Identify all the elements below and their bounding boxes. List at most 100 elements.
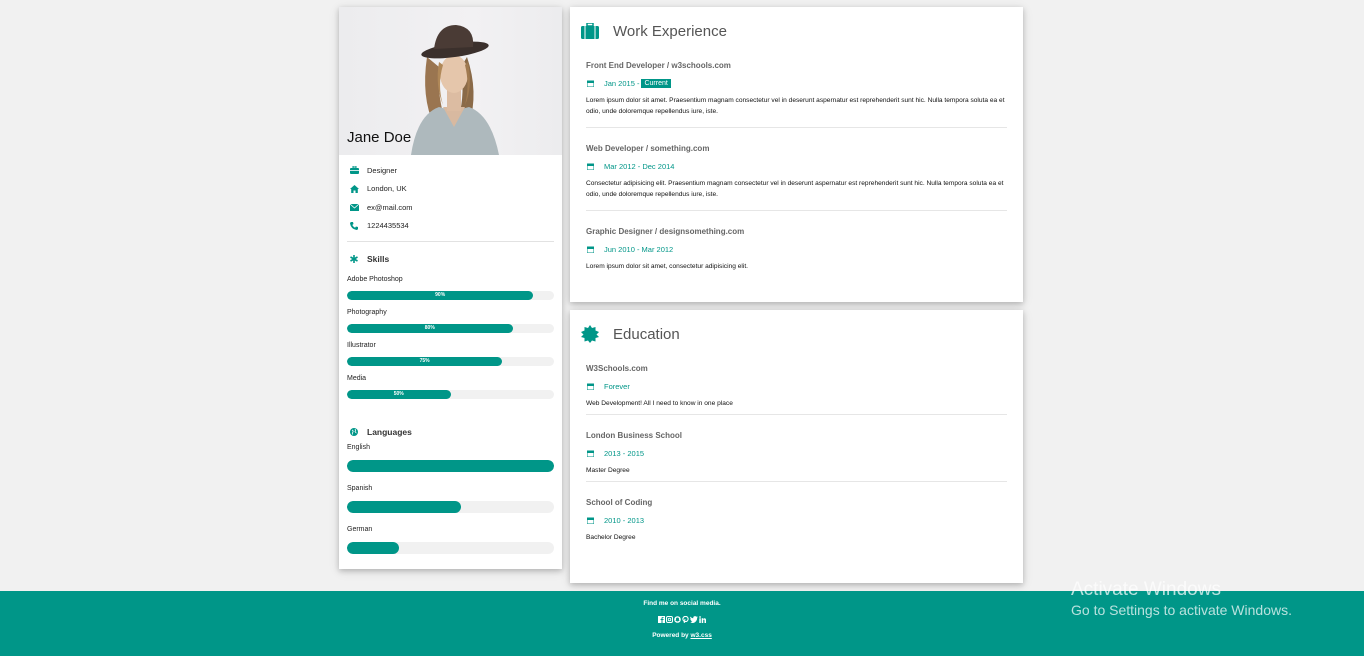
entry-date-text: 2013 - 2015 <box>604 448 645 458</box>
languages-title: Languages <box>367 426 412 437</box>
entry-title: Front End Developer / w3schools.com <box>586 61 731 70</box>
entry-title: Graphic Designer / designsomething.com <box>586 227 745 236</box>
skill-label: Illustrator <box>347 342 376 349</box>
language-label: Spanish <box>347 485 373 492</box>
divider <box>586 210 1007 211</box>
profile-email-text[interactable]: ex@mail.com <box>367 203 413 212</box>
w3css-link[interactable]: w3.css <box>690 632 711 639</box>
entry-title: School of Coding <box>586 498 653 507</box>
education-title: Education <box>613 325 680 343</box>
education-entry: W3Schools.com Forever Web Development! A… <box>586 364 1007 409</box>
pinterest-icon[interactable] <box>682 616 689 625</box>
skill-bar: 90% <box>347 291 554 300</box>
divider <box>347 241 554 242</box>
powered-by: Powered by w3.css <box>0 632 1364 639</box>
work-entry: Graphic Designer / designsomething.com J… <box>586 227 1007 272</box>
suitcase-icon <box>580 23 600 39</box>
languages-list: English Spanish German <box>347 444 554 554</box>
entry-description: Lorem ipsum dolor sit amet. Praesentium … <box>586 97 1005 115</box>
envelope-icon <box>349 203 359 211</box>
entry-description: Master Degree <box>586 467 630 474</box>
asterisk-icon <box>349 254 359 263</box>
globe-icon <box>349 427 359 436</box>
profile-job-text: Designer <box>367 165 398 175</box>
entry-date: Mar 2012 - Dec 2014 <box>586 161 1007 171</box>
entry-date-text: Jan 2015 - <box>604 78 640 88</box>
entry-title: W3Schools.com <box>586 364 648 373</box>
skills-heading: Skills <box>347 250 554 267</box>
entry-title: London Business School <box>586 431 683 440</box>
skill-bar: 75% <box>347 357 554 366</box>
education-entry: London Business School 2013 - 2015 Maste… <box>586 431 1007 476</box>
entry-description: Consectetur adipisicing elit. Praesentiu… <box>586 180 1004 198</box>
briefcase-icon <box>349 166 359 175</box>
profile-email: ex@mail.com <box>347 198 554 217</box>
language-bar-fill <box>347 542 399 554</box>
profile-name: Jane Doe <box>347 129 412 146</box>
watermark-title: Activate Windows <box>1071 579 1221 600</box>
entry-date-text: Jun 2010 - Mar 2012 <box>604 244 674 254</box>
education-entry: School of Coding 2010 - 2013 Bachelor De… <box>586 498 1007 543</box>
watermark-subtitle: Go to Settings to activate Windows. <box>1071 602 1292 618</box>
work-entry: Web Developer / something.com Mar 2012 -… <box>586 144 1007 200</box>
entry-date: Forever <box>586 381 1007 391</box>
profile-location-text: London, UK <box>367 184 407 194</box>
divider <box>586 127 1007 128</box>
language-bar <box>347 460 554 472</box>
skill-label: Adobe Photoshop <box>347 276 403 283</box>
skill-bar-fill: 80% <box>347 324 513 333</box>
entry-description: Web Development! All I need to know in o… <box>586 400 733 407</box>
calendar-icon <box>586 450 594 457</box>
entry-description: Bachelor Degree <box>586 534 636 541</box>
skill-bar: 80% <box>347 324 554 333</box>
instagram-icon[interactable] <box>666 616 673 625</box>
entry-date-text: 2010 - 2013 <box>604 515 645 525</box>
work-experience-card: Work Experience Front End Developer / w3… <box>570 7 1023 302</box>
activate-windows-watermark: Activate Windows Go to Settings to activ… <box>1071 579 1292 618</box>
calendar-icon <box>586 163 594 170</box>
linkedin-icon[interactable] <box>699 616 706 625</box>
profile-card: Jane Doe Designer London, UK ex@mail.com… <box>339 7 562 569</box>
entry-description: Lorem ipsum dolor sit amet, consectetur … <box>586 263 748 270</box>
entry-date: Jan 2015 - Current <box>586 78 1007 88</box>
skill-label: Photography <box>347 309 387 316</box>
work-experience-heading: Work Experience <box>581 7 1007 55</box>
skill-bar: 50% <box>347 390 554 399</box>
calendar-icon <box>586 246 594 253</box>
snapchat-icon[interactable] <box>674 616 681 625</box>
phone-icon <box>349 221 359 230</box>
skill-bar-fill: 90% <box>347 291 534 300</box>
profile-photo: Jane Doe <box>339 7 562 155</box>
profile-phone: 1224435534 <box>347 217 554 236</box>
powered-by-text: Powered by <box>652 632 689 639</box>
skill-bar-fill: 75% <box>347 357 503 366</box>
skills-list: Adobe Photoshop 90% Photography 80% Illu… <box>347 276 554 399</box>
language-label: English <box>347 444 370 451</box>
entry-date: 2013 - 2015 <box>586 448 1007 458</box>
language-bar-fill <box>347 501 461 513</box>
entry-date: Jun 2010 - Mar 2012 <box>586 244 1007 254</box>
work-entry: Front End Developer / w3schools.com Jan … <box>586 61 1007 117</box>
certificate-icon <box>580 325 600 343</box>
languages-heading: Languages <box>347 423 554 440</box>
education-heading: Education <box>581 310 1007 358</box>
divider <box>586 481 1007 482</box>
current-badge: Current <box>641 78 671 88</box>
skill-bar-fill: 50% <box>347 390 451 399</box>
profile-location: London, UK <box>347 180 554 199</box>
skills-title: Skills <box>367 253 390 264</box>
calendar-icon <box>586 383 594 390</box>
divider <box>586 414 1007 415</box>
entry-date: 2010 - 2013 <box>586 515 1007 525</box>
facebook-icon[interactable] <box>658 616 665 625</box>
work-experience-title: Work Experience <box>613 22 727 40</box>
profile-job: Designer <box>347 161 554 180</box>
twitter-icon[interactable] <box>690 616 698 625</box>
language-bar <box>347 501 554 513</box>
home-icon <box>349 184 359 193</box>
skill-label: Media <box>347 375 367 382</box>
entry-title: Web Developer / something.com <box>586 144 710 153</box>
education-card: Education W3Schools.com Forever Web Deve… <box>570 310 1023 583</box>
calendar-icon <box>586 517 594 524</box>
entry-date-text: Forever <box>604 381 630 391</box>
